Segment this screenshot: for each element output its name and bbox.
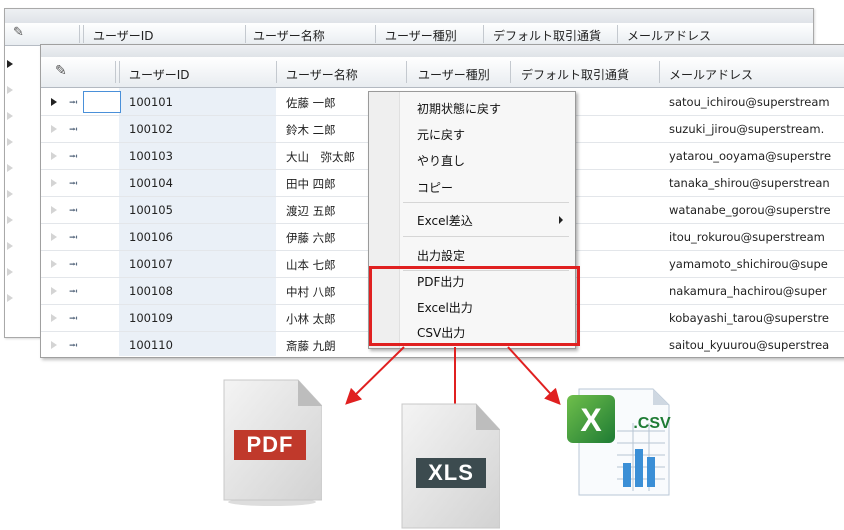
svg-text:X: X	[580, 402, 602, 438]
pdf-file-icon: PDF	[222, 378, 322, 506]
excel-csv-icon: X .CSV	[565, 383, 675, 498]
xls-label: XLS	[416, 458, 486, 488]
arrow-to-pdf	[345, 346, 405, 405]
pdf-label: PDF	[234, 430, 306, 460]
arrow-to-csv	[507, 346, 561, 405]
xls-file-icon: XLS	[400, 402, 500, 529]
csv-label: .CSV	[633, 415, 671, 432]
